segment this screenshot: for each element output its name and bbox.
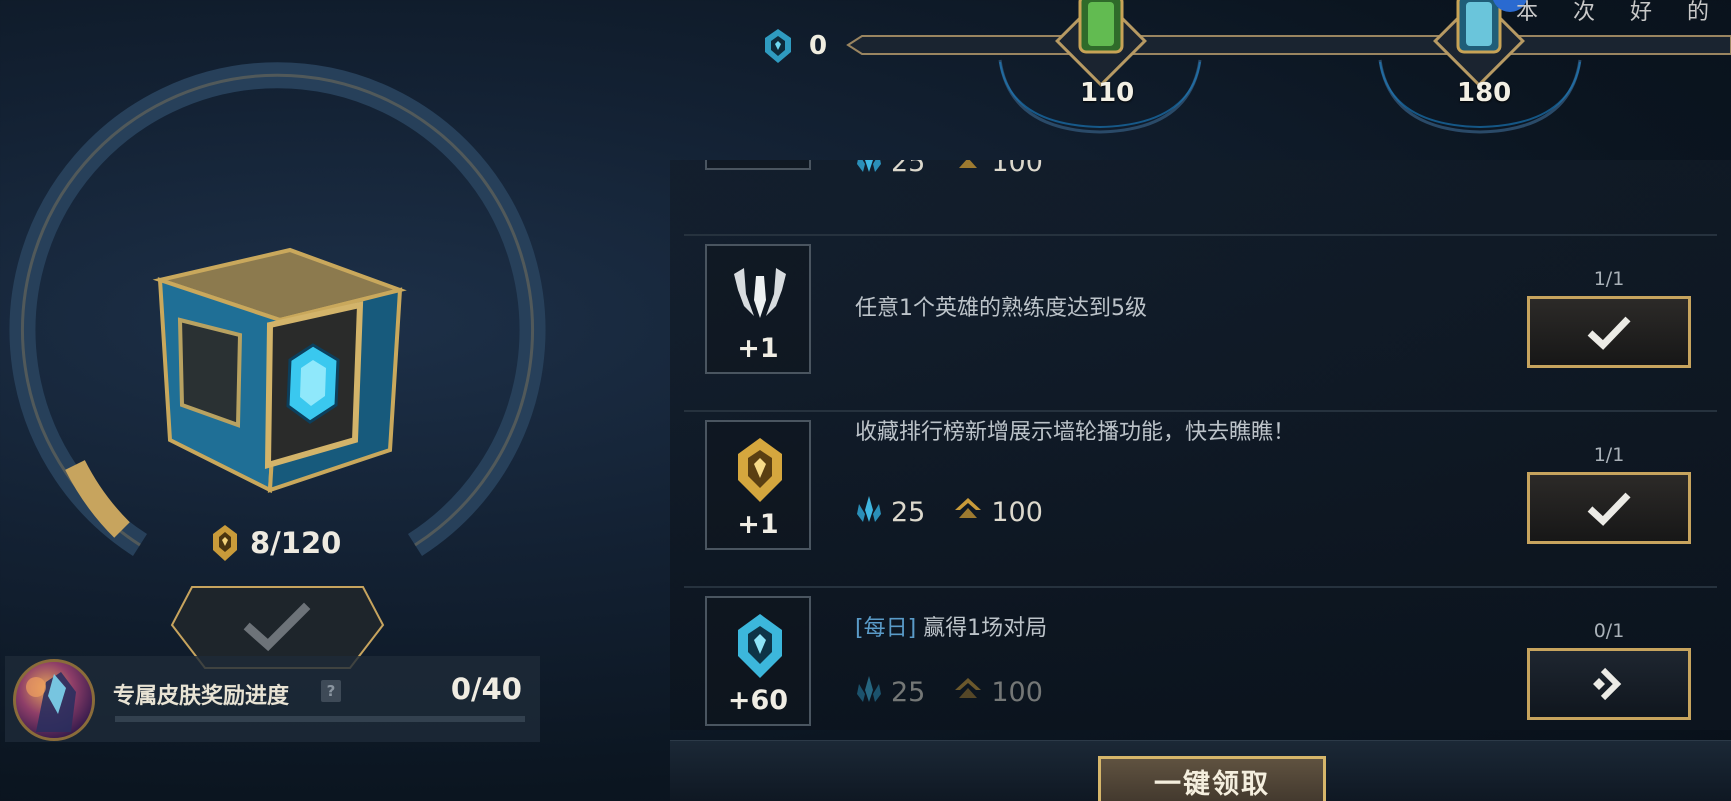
task-rewards: 25 100	[855, 160, 1043, 181]
chest-image	[152, 247, 407, 494]
milestone-180-chest	[1433, 0, 1527, 87]
corner-text: 本 次 好 的	[1516, 0, 1723, 25]
task-row: +1 收藏排行榜新增展示墙轮播功能，快去瞧瞧！ 25 100 1/1	[670, 412, 1731, 588]
task-description-text: 赢得1场对局	[923, 616, 1048, 641]
daily-tag: [每日]	[855, 616, 917, 641]
claimed-button[interactable]	[1527, 296, 1691, 368]
task-plus: +60	[727, 685, 789, 716]
task-count: 0/1	[1593, 620, 1625, 642]
reward-value: 100	[991, 160, 1043, 178]
gold-chevron-icon	[953, 496, 983, 529]
help-icon[interactable]: ?	[321, 680, 341, 702]
reward-value: 100	[991, 677, 1043, 708]
task-count: 1/1	[1593, 444, 1625, 466]
chest-panel: 8/120	[0, 60, 560, 680]
bottom-bar: 一键领取	[670, 740, 1731, 801]
reward-value: 25	[891, 677, 926, 708]
silver-crest-icon	[734, 268, 786, 318]
task-list[interactable]: +1 25 100 +1 任意1个英雄的熟练度达到5级 1/1	[670, 160, 1731, 730]
task-plus: +1	[737, 333, 779, 364]
task-description: 收藏排行榜新增展示墙轮播功能，快去瞧瞧！	[855, 420, 1296, 445]
task-rewards: 25 100	[855, 494, 1043, 531]
task-icon-frame: +60	[705, 596, 811, 726]
skin-reward-label: 专属皮肤奖励进度	[113, 684, 290, 709]
reward-value: 100	[991, 497, 1043, 528]
milestone-value-1: 110	[1080, 78, 1135, 108]
blue-essence-icon	[855, 494, 883, 531]
skin-avatar	[13, 659, 95, 741]
blue-essence-icon	[855, 160, 883, 181]
task-count: 1/1	[1593, 268, 1625, 290]
blue-crystal-icon	[765, 29, 791, 63]
task-row: +1 25 100	[670, 160, 1731, 236]
claimed-button[interactable]	[1527, 472, 1691, 544]
task-rewards: 25 100	[855, 674, 1043, 711]
gold-emblem-icon	[738, 438, 782, 502]
skin-reward-bar	[115, 716, 525, 722]
task-row: +1 任意1个英雄的熟练度达到5级 1/1	[670, 236, 1731, 412]
checkmark-icon	[1587, 316, 1631, 350]
gold-chevron-icon	[953, 160, 983, 179]
milestone-110-chest	[1055, 0, 1147, 87]
task-plus: +1	[737, 509, 779, 540]
task-row: +60 [每日] 赢得1场对局 25 100 0/1	[670, 588, 1731, 730]
claim-all-button[interactable]: 一键领取	[1098, 756, 1326, 801]
blue-emblem-icon	[738, 614, 782, 678]
reward-value: 25	[891, 160, 926, 178]
chest-progress-value: 8/120	[250, 526, 342, 560]
task-icon-frame: +1	[705, 244, 811, 374]
skin-reward-value: 0/40	[450, 672, 522, 706]
checkmark-icon	[1587, 492, 1631, 526]
go-arrow-icon	[1593, 667, 1622, 701]
gold-emblem-icon	[213, 525, 237, 561]
crystal-count-value: 0	[809, 31, 828, 61]
champion-portrait	[26, 672, 76, 732]
skin-reward-progress[interactable]: 专属皮肤奖励进度 ? 0/40	[5, 656, 540, 742]
task-description: [每日] 赢得1场对局	[855, 612, 1325, 646]
blue-essence-icon	[855, 674, 883, 711]
milestone-value-2: 180	[1457, 78, 1512, 108]
task-description: 任意1个英雄的熟练度达到5级	[855, 296, 1147, 321]
crystal-counter: 0	[763, 28, 827, 64]
task-icon-frame: +1	[705, 420, 811, 550]
go-button[interactable]	[1527, 648, 1691, 720]
reward-value: 25	[891, 497, 926, 528]
task-icon-frame: +1	[705, 160, 811, 170]
gold-chevron-icon	[953, 676, 983, 709]
chest-progress: 8/120	[212, 524, 341, 562]
